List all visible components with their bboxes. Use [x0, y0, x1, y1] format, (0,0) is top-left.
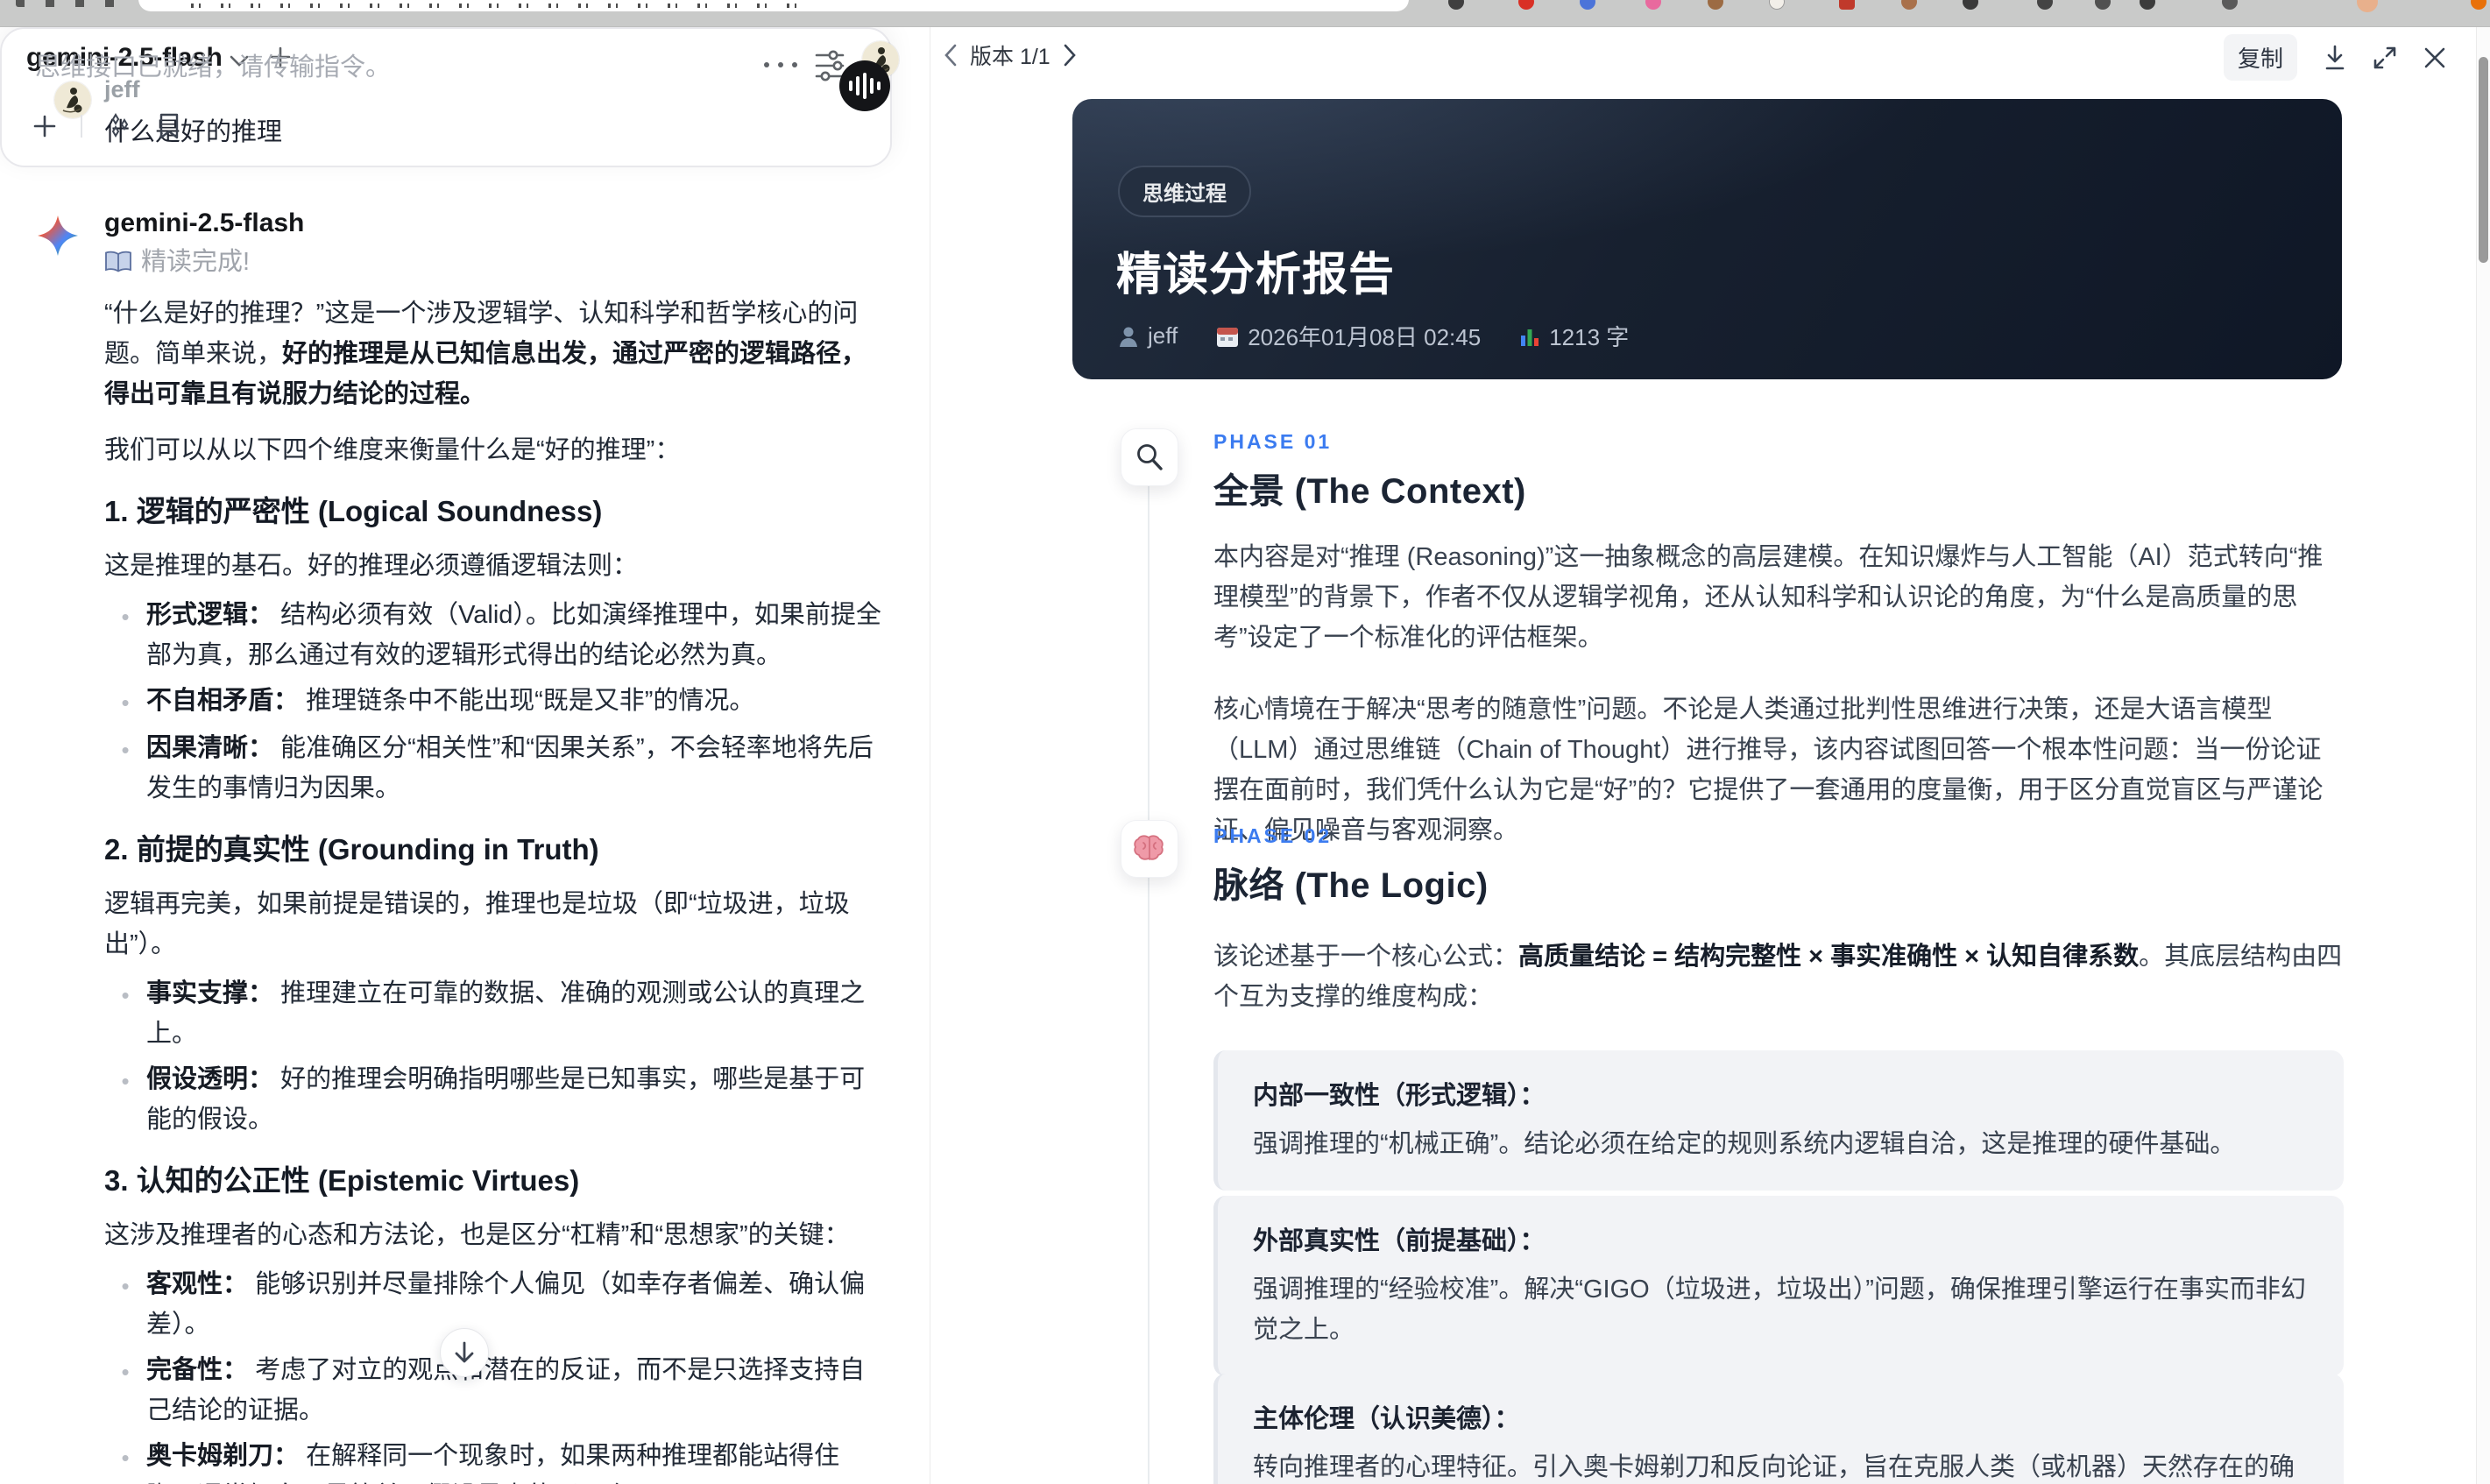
scrollbar-thumb[interactable] — [2479, 57, 2488, 263]
word-count-meta: 1213 字 — [1519, 320, 1629, 352]
author-meta: jeff — [1118, 322, 1178, 350]
book-icon — [104, 251, 132, 273]
artifact-actions: 复制 — [2223, 34, 2446, 81]
extension-icon[interactable] — [1518, 0, 1534, 10]
extension-icon[interactable] — [1645, 0, 1661, 10]
person-icon — [1118, 325, 1139, 348]
section-lead-2: 逻辑再完美，如果前提是错误的，推理也是垃圾（即“垃圾进，垃圾出”）。 — [104, 890, 850, 958]
bullet-list: • 事实支撑： 推理建立在可靠的数据、准确的观测或公认的真理之上。 • 假设透明： … — [104, 973, 882, 1140]
list-item: • 假设透明： 好的推理会明确指明哪些是已知事实，哪些是基于可能的假设。 — [121, 1065, 866, 1134]
extension-icon[interactable] — [1708, 0, 1723, 10]
list-item: • 因果清晰： 能准确区分“相关性”和“因果关系”，不会轻率地将先后发生的事情归为… — [121, 734, 874, 802]
section-lead-1: 这是推理的基石。好的推理必须遵循逻辑法则： — [104, 552, 639, 580]
logic-card-agent-ethics: 主体伦理（认识美德）： 转向推理者的心理特征。引入奥卡姆剃刀和反向论证，旨在克服… — [1213, 1374, 2344, 1484]
card-body: 强调推理的“机械正确”。结论必须在给定的规则系统内逻辑自洽，这是推理的硬件基础。 — [1253, 1130, 2236, 1158]
next-version-icon[interactable] — [1063, 44, 1077, 67]
card-title: 外部真实性（前提基础）： — [1253, 1227, 1546, 1255]
extension-icon[interactable] — [1580, 0, 1595, 10]
phase2-body: 该论述基于一个核心公式：高质量结论 = 结构完整性 × 事实准确性 × 认知自律… — [1213, 936, 2344, 1017]
url-text-clipped — [191, 4, 804, 8]
report-badge: 思维过程 — [1118, 166, 1251, 217]
extension-icon[interactable] — [1901, 0, 1917, 10]
voice-input-button[interactable] — [839, 60, 890, 111]
list-item: • 完备性： 考虑了对立的观点和潜在的反证，而不是只选择支持自己结论的证据。 — [121, 1356, 866, 1424]
core-formula-paragraph: 该论述基于一个核心公式：高质量结论 = 结构完整性 × 事实准确性 × 认知自律… — [1213, 943, 2343, 1011]
extension-icon[interactable] — [2095, 0, 2111, 10]
extension-icon[interactable] — [2222, 0, 2238, 10]
phase1-title: 全景 (The Context) — [1213, 472, 1526, 511]
logic-card-external-truth: 外部真实性（前提基础）： 强调推理的“经验校准”。解决“GIGO（垃圾进，垃圾出… — [1213, 1196, 2344, 1376]
bullet-list: • 形式逻辑： 结构必须有效（Valid）。比如演绎推理中，如果前提全部为真，那么… — [104, 595, 882, 809]
extension-icon[interactable] — [1769, 0, 1785, 10]
phase1-label: PHASE 01 — [1213, 430, 1333, 453]
list-item: • 事实支撑： 推理建立在可靠的数据、准确的观测或公认的真理之上。 — [121, 979, 866, 1048]
arrow-down-icon — [453, 1340, 476, 1365]
bookmark-icon[interactable] — [158, 112, 180, 140]
section-heading-2: 2. 前提的真实性 (Grounding in Truth) — [104, 833, 599, 866]
bar-chart-icon — [1519, 325, 1540, 348]
chat-panel: gemini-2.5-flash jeff 什么是好的推理 gemini-2.5… — [0, 27, 930, 1484]
magnifier-icon — [1121, 428, 1178, 486]
scroll-to-bottom-button[interactable] — [440, 1328, 489, 1377]
phase1-paragraph-1: 本内容是对“推理 (Reasoning)”这一抽象概念的高层建模。在知识爆炸与人… — [1213, 543, 2324, 652]
list-item: •奥卡姆剃刀： 在解释同一个现象时，如果两种推理都能站得住脚，通常倾向于最简单、… — [121, 1442, 840, 1484]
screen: gemini-2.5-flash jeff 什么是好的推理 gemini-2.5… — [0, 0, 2490, 1484]
extension-icon[interactable] — [2140, 0, 2155, 10]
extension-icon[interactable] — [1448, 0, 1464, 10]
attach-plus-icon[interactable] — [32, 113, 58, 139]
section-heading-1: 1. 逻辑的严密性 (Logical Soundness) — [104, 495, 603, 527]
section-lead-3: 这涉及推理者的心态和方法论，也是区分“杠精”和“思想家”的关键： — [104, 1221, 850, 1249]
report-meta: jeff 2026年01月08日 02:45 1213 字 — [1118, 320, 1629, 352]
list-item: • 不自相矛盾： 推理链条中不能出现“既是又非”的情况。 — [121, 687, 755, 716]
date-meta: 2026年01月08日 02:45 — [1216, 320, 1481, 352]
card-title: 内部一致性（形式逻辑）： — [1253, 1082, 1546, 1110]
divider — [81, 115, 82, 138]
sparkle-tools-icon[interactable] — [105, 111, 135, 141]
phase2-label: PHASE 02 — [1213, 824, 1333, 847]
report-hero-card: 思维过程 精读分析报告 jeff 2026年01月08日 02:45 1213 … — [1072, 99, 2342, 379]
phase1-body: 本内容是对“推理 (Reasoning)”这一抽象概念的高层建模。在知识爆炸与人… — [1213, 537, 2344, 851]
bullet-list: • 客观性： 能够识别并尽量排除个人偏见（如幸存者偏差、确认偏差）。 • 完备性： … — [104, 1264, 882, 1484]
assistant-name: gemini-2.5-flash — [104, 208, 305, 237]
expand-fullscreen-icon[interactable] — [2373, 46, 2397, 70]
address-bar[interactable] — [138, 0, 1409, 11]
extension-icon[interactable] — [2037, 0, 2053, 10]
previous-version-icon[interactable] — [944, 44, 958, 67]
assistant-status-text: 精读完成! — [141, 248, 251, 276]
version-navigator: 版本 1/1 — [944, 39, 1077, 71]
extension-icon[interactable] — [1839, 0, 1855, 10]
card-body: 转向推理者的心理特征。引入奥卡姆剃刀和反向论证，旨在克服人类（或机器）天然存在的… — [1253, 1453, 2295, 1481]
browser-nav-icons[interactable] — [16, 0, 121, 7]
browser-toolbar — [0, 0, 2490, 27]
assistant-message: gemini-2.5-flash 精读完成! “什么是好的推理？”这是一个涉及逻… — [104, 208, 882, 1484]
intro-paragraph: “什么是好的推理？”这是一个涉及逻辑学、认知科学和哲学核心的问题。简单来说，好的… — [104, 300, 867, 408]
section-heading-3: 3. 认知的公正性 (Epistemic Virtues) — [104, 1164, 580, 1197]
download-icon[interactable] — [2324, 45, 2346, 71]
phase2-header: PHASE 02 脉络 (The Logic) — [1213, 824, 1489, 908]
brain-icon — [1121, 820, 1178, 878]
extension-icon[interactable] — [1963, 0, 1978, 10]
card-body: 强调推理的“经验校准”。解决“GIGO（垃圾进，垃圾出）”问题，确保推理引擎运行… — [1253, 1276, 2306, 1344]
dimensions-intro: 我们可以从以下四个维度来衡量什么是“好的推理”： — [104, 436, 681, 464]
phase-timeline — [1148, 483, 1150, 1484]
list-item: • 形式逻辑： 结构必须有效（Valid）。比如演绎推理中，如果前提全部为真，那么… — [121, 601, 881, 669]
list-item: • 客观性： 能够识别并尽量排除个人偏见（如幸存者偏差、确认偏差）。 — [121, 1270, 866, 1339]
phase1-header: PHASE 01 全景 (The Context) — [1213, 430, 1526, 513]
calendar-icon — [1216, 325, 1239, 348]
close-icon[interactable] — [2423, 46, 2446, 69]
report-title: 精读分析报告 — [1116, 250, 1396, 300]
browser-profile-avatar[interactable] — [2357, 0, 2378, 12]
scrollbar[interactable] — [2476, 27, 2490, 1484]
logic-card-internal-consistency: 内部一致性（形式逻辑）： 强调推理的“机械正确”。结论必须在给定的规则系统内逻辑… — [1213, 1050, 2344, 1191]
artifact-panel: 版本 1/1 复制 思维过程 精读分析报告 jeff 2026年01月08日 0… — [931, 27, 2490, 1484]
copy-button[interactable]: 复制 — [2223, 34, 2297, 81]
phase2-title: 脉络 (The Logic) — [1213, 866, 1489, 905]
assistant-status-row: 精读完成! — [104, 246, 882, 278]
gemini-logo-icon — [37, 215, 79, 257]
chat-input[interactable] — [35, 46, 841, 90]
version-label: 版本 1/1 — [970, 45, 1050, 69]
card-title: 主体伦理（认识美德）： — [1253, 1405, 1520, 1433]
extension-icon[interactable] — [2471, 0, 2486, 10]
